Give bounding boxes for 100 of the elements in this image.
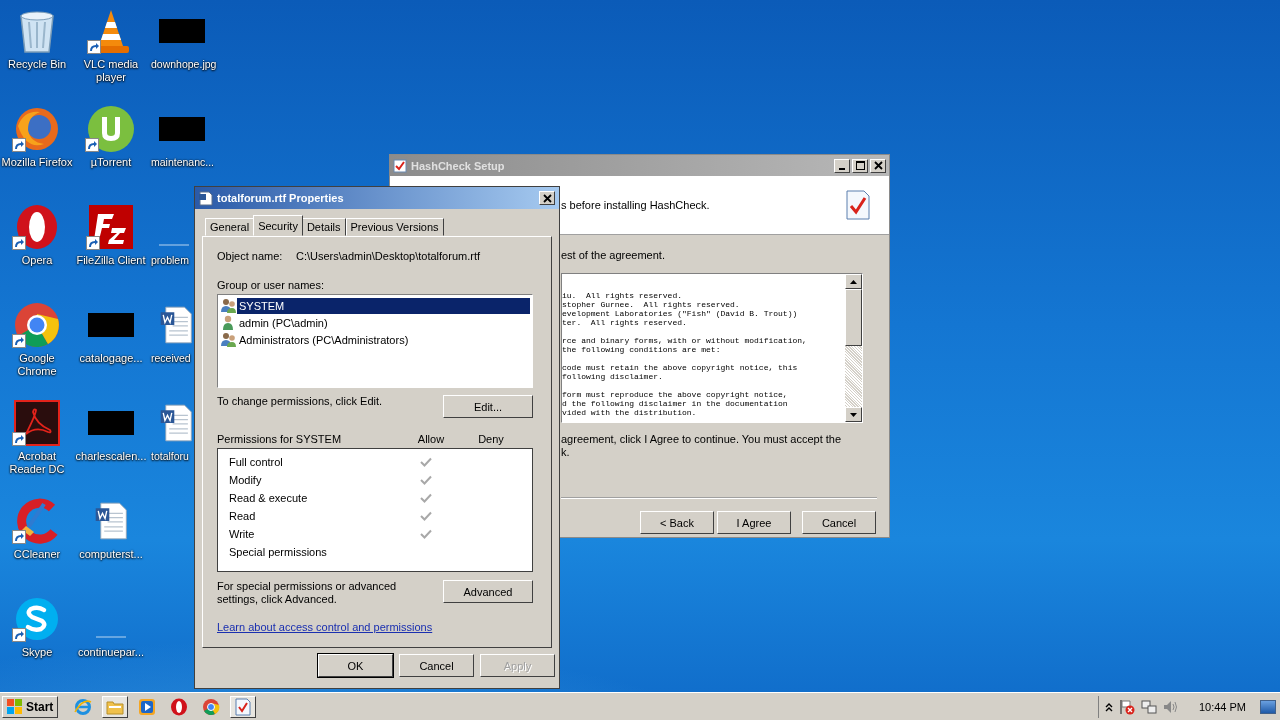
desktop-icon-label[interactable]: Google Chrome bbox=[0, 352, 74, 378]
tab[interactable]: Previous Versions bbox=[345, 218, 444, 236]
tab[interactable]: Details bbox=[301, 218, 346, 236]
taskbar-button[interactable] bbox=[102, 695, 129, 718]
dialog-button[interactable]: I Agree bbox=[717, 511, 791, 534]
minimize-button[interactable] bbox=[834, 158, 850, 173]
desktop-icon-label[interactable]: maintenanc... bbox=[151, 156, 215, 169]
chrome-icon[interactable] bbox=[14, 302, 60, 348]
desktop-icon-label[interactable]: Opera bbox=[21, 254, 53, 267]
desktop-icon-label[interactable]: continuepar... bbox=[77, 646, 145, 659]
desktop-icon-label[interactable]: VLC media player bbox=[74, 58, 148, 84]
close-button[interactable] bbox=[870, 158, 886, 173]
document-check-icon bbox=[845, 190, 871, 220]
browser-e-icon bbox=[74, 697, 93, 716]
column-header: Deny bbox=[477, 433, 505, 445]
close-icon bbox=[873, 161, 883, 170]
clock[interactable]: 10:44 PM bbox=[1198, 700, 1246, 713]
user-list-item[interactable]: Administrators (PC\Administrators) bbox=[237, 331, 411, 348]
desktop-icon-label[interactable]: computerst... bbox=[79, 548, 143, 561]
minimize-icon bbox=[839, 168, 845, 170]
user-group-icon bbox=[220, 331, 237, 348]
opera-icon bbox=[170, 697, 189, 716]
license-text-line: code must retain the above copyright notice, this bbox=[562, 363, 799, 372]
tab[interactable]: Security bbox=[253, 215, 303, 236]
desktop-icon-label[interactable]: received bbox=[151, 352, 191, 365]
show-desktop-button[interactable] bbox=[1260, 699, 1276, 714]
desktop-icon-label[interactable]: problem bbox=[151, 254, 189, 267]
maximize-icon bbox=[855, 161, 865, 170]
prompt-text: est of the agreement. bbox=[561, 249, 666, 261]
desktop-icon-label[interactable]: catalogage... bbox=[79, 352, 143, 365]
close-icon bbox=[542, 193, 552, 203]
filezilla-icon[interactable] bbox=[88, 204, 134, 250]
checklist-icon bbox=[393, 158, 407, 173]
user-list-item[interactable]: admin (PC\admin) bbox=[237, 314, 330, 331]
redacted-thumbnail[interactable] bbox=[159, 19, 205, 43]
license-text-line: rce and binary forms, with or without modification, bbox=[562, 336, 808, 345]
desktop-icon-label[interactable]: totalforu bbox=[151, 450, 189, 463]
redacted-thumbnail[interactable] bbox=[88, 313, 134, 337]
ccleaner-icon[interactable] bbox=[14, 498, 60, 544]
permission-name: Write bbox=[229, 528, 256, 540]
desktop-icon-label[interactable]: Mozilla Firefox bbox=[1, 156, 73, 169]
word-document-icon[interactable] bbox=[159, 403, 193, 443]
permission-name: Full control bbox=[229, 456, 284, 468]
desktop-icon-label[interactable]: downhope.jpg bbox=[151, 58, 217, 71]
folder-icon bbox=[106, 698, 125, 715]
network-icon[interactable] bbox=[1140, 698, 1157, 715]
license-text-line: d the following disclaimer in the documentation bbox=[562, 399, 789, 408]
hint-text: For special permissions or advanced settings, click Advanced. bbox=[217, 580, 398, 606]
user-list-item[interactable]: SYSTEM bbox=[237, 297, 530, 314]
hint-text: To change permissions, click Edit. bbox=[217, 395, 383, 407]
advanced-button[interactable]: Advanced bbox=[443, 580, 533, 603]
maximize-button[interactable] bbox=[852, 158, 868, 173]
vertical-scrollbar[interactable] bbox=[845, 274, 862, 422]
show-hidden-icons-icon[interactable] bbox=[1104, 701, 1113, 712]
desktop-icon-label[interactable]: charlescalen... bbox=[75, 450, 147, 463]
user-list[interactable]: SYSTEM admin (PC\admin) Administrators (PC\Administrators) bbox=[217, 294, 533, 388]
opera-icon[interactable] bbox=[14, 204, 60, 250]
license-text-line: following disclaimer. bbox=[562, 372, 664, 381]
flag-alert-icon[interactable] bbox=[1118, 698, 1135, 715]
license-text-line: form must reproduce the above copyright notice, bbox=[562, 390, 789, 399]
section-label: Permissions for SYSTEM bbox=[217, 433, 343, 445]
desktop-icon-label[interactable]: µTorrent bbox=[90, 156, 132, 169]
license-textbox[interactable] bbox=[561, 273, 863, 423]
desktop-icon-label[interactable]: Acrobat Reader DC bbox=[0, 450, 74, 476]
object-path: C:\Users\admin\Desktop\totalforum.rtf bbox=[296, 250, 480, 262]
skype-icon[interactable] bbox=[14, 596, 60, 642]
instruction-text: agreement, click I Agree to continue. You must accept the bbox=[561, 433, 843, 446]
desktop-icon-label[interactable]: CCleaner bbox=[13, 548, 61, 561]
acrobat-icon[interactable] bbox=[14, 400, 60, 446]
edit-button[interactable]: Edit... bbox=[443, 395, 533, 418]
field-label: Object name: bbox=[217, 250, 284, 262]
help-link[interactable]: Learn about access control and permissions bbox=[217, 621, 433, 633]
play-icon bbox=[138, 697, 157, 716]
desktop-icon-label[interactable]: Recycle Bin bbox=[7, 58, 67, 71]
down-arrow-icon[interactable] bbox=[850, 412, 857, 417]
desktop-icon-label[interactable]: Skype bbox=[21, 646, 53, 659]
instruction-text: k. bbox=[561, 446, 571, 459]
dialog-button[interactable]: OK bbox=[318, 654, 393, 677]
firefox-icon[interactable] bbox=[14, 106, 60, 152]
dialog-button[interactable]: Cancel bbox=[802, 511, 876, 534]
redacted-thumbnail[interactable] bbox=[159, 117, 205, 141]
word-document-icon[interactable] bbox=[159, 305, 193, 345]
window-title: HashCheck Setup bbox=[411, 159, 506, 172]
tab[interactable]: General bbox=[205, 218, 255, 236]
dialog-button[interactable]: < Back bbox=[640, 511, 714, 534]
taskbar-button[interactable] bbox=[230, 695, 257, 718]
recycle-bin-icon[interactable] bbox=[17, 8, 57, 54]
close-button[interactable] bbox=[539, 191, 555, 205]
dialog-button[interactable]: Cancel bbox=[399, 654, 474, 677]
user-group-icon bbox=[220, 297, 237, 314]
up-arrow-icon[interactable] bbox=[850, 279, 857, 284]
word-document-icon[interactable] bbox=[94, 501, 128, 541]
window-title: totalforum.rtf Properties bbox=[217, 192, 345, 204]
license-text-line: evelopment Laboratories ("Fish" (David B. Trout)) bbox=[562, 309, 799, 318]
desktop-icon-label[interactable]: FileZilla Client bbox=[76, 254, 146, 267]
start-button[interactable]: Start bbox=[2, 695, 59, 718]
utorrent-icon[interactable] bbox=[87, 105, 135, 153]
license-text-line: the following conditions are met: bbox=[562, 345, 722, 354]
license-text-line: iu. All rights reserved. bbox=[562, 291, 684, 300]
redacted-thumbnail[interactable] bbox=[88, 411, 134, 435]
